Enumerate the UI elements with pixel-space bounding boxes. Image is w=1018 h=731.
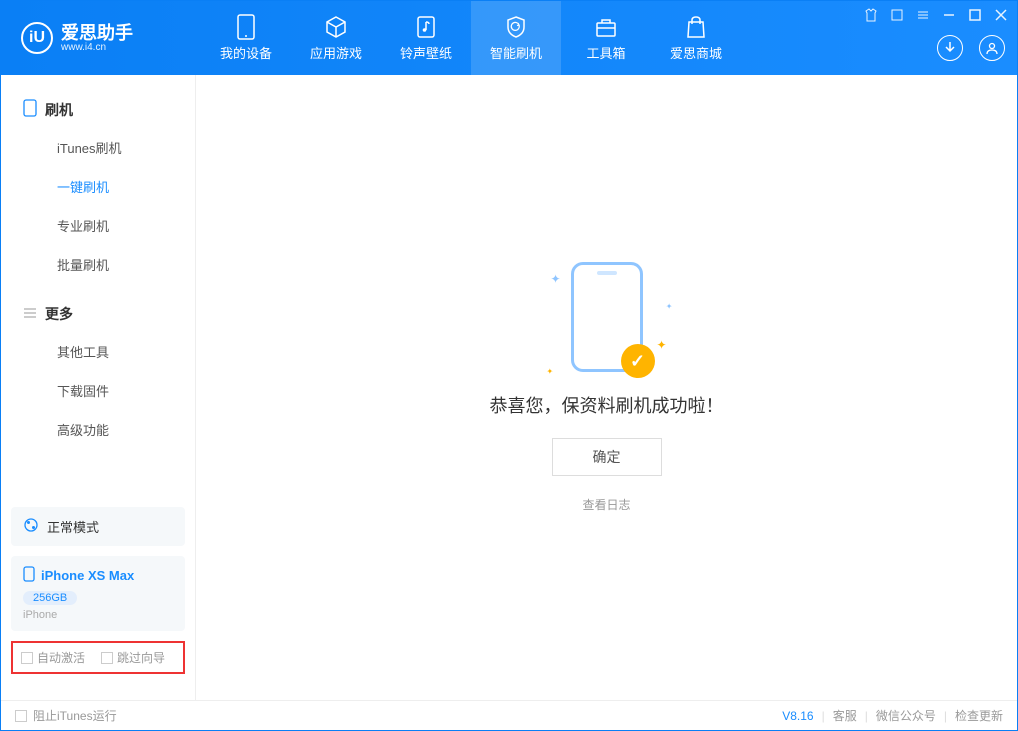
tab-store[interactable]: 爱思商城 — [651, 1, 741, 75]
tab-my-device[interactable]: 我的设备 — [201, 1, 291, 75]
checkbox-highlight-row: 自动激活 跳过向导 — [11, 641, 185, 674]
footer-link-update[interactable]: 检查更新 — [955, 707, 1003, 724]
sparkle-icon: ✦ — [547, 367, 554, 376]
sparkle-icon: ✦ — [666, 302, 673, 311]
sparkle-icon: ✦ — [551, 272, 561, 286]
shirt-icon[interactable] — [863, 7, 879, 23]
sidebar-item-pro-flash[interactable]: 专业刷机 — [1, 206, 195, 245]
device-name: iPhone XS Max — [41, 568, 134, 583]
sparkle-icon: ✦ — [656, 338, 666, 352]
list-icon — [23, 306, 37, 322]
success-message: 恭喜您，保资料刷机成功啦！ — [490, 392, 724, 418]
checkbox-icon — [15, 710, 27, 722]
sidebar-item-batch-flash[interactable]: 批量刷机 — [1, 245, 195, 284]
check-badge-icon: ✓ — [621, 344, 655, 378]
footer-link-support[interactable]: 客服 — [833, 707, 857, 724]
checkbox-icon — [21, 652, 33, 664]
nav-tabs: 我的设备 应用游戏 铃声壁纸 智能刷机 工具箱 爱思商城 — [201, 1, 741, 75]
cube-icon — [324, 15, 348, 39]
sidebar-item-oneclick-flash[interactable]: 一键刷机 — [1, 167, 195, 206]
sidebar-item-download-firmware[interactable]: 下载固件 — [1, 371, 195, 410]
app-name: 爱思助手 — [61, 24, 133, 42]
footer-link-wechat[interactable]: 微信公众号 — [876, 707, 936, 724]
section-more: 更多 — [1, 296, 195, 332]
close-button[interactable] — [993, 7, 1009, 23]
tab-smart-flash[interactable]: 智能刷机 — [471, 1, 561, 75]
user-icon[interactable] — [979, 35, 1005, 61]
ok-button[interactable]: 确定 — [552, 438, 662, 476]
logo: iU 爱思助手 www.i4.cn — [1, 22, 201, 54]
checkbox-icon — [101, 652, 113, 664]
section-flash: 刷机 — [1, 91, 195, 128]
mode-box[interactable]: 正常模式 — [11, 507, 185, 546]
checkbox-block-itunes[interactable]: 阻止iTunes运行 — [15, 707, 117, 724]
square-icon[interactable] — [889, 7, 905, 23]
device-phone-icon — [23, 566, 35, 585]
success-illustration: ✓ ✦ ✦ ✦ ✦ — [571, 262, 643, 372]
download-icon[interactable] — [937, 35, 963, 61]
header: iU 爱思助手 www.i4.cn 我的设备 应用游戏 铃声壁纸 智能刷机 工具… — [1, 1, 1017, 75]
checkbox-skip-guide[interactable]: 跳过向导 — [101, 649, 165, 666]
device-icon — [234, 15, 258, 39]
maximize-button[interactable] — [967, 7, 983, 23]
device-storage: 256GB — [23, 591, 77, 605]
phone-outline-icon — [23, 99, 37, 120]
mode-label: 正常模式 — [47, 517, 99, 536]
header-actions — [937, 35, 1005, 61]
tab-ringtone-wallpaper[interactable]: 铃声壁纸 — [381, 1, 471, 75]
refresh-shield-icon — [504, 15, 528, 39]
sidebar-item-other-tools[interactable]: 其他工具 — [1, 332, 195, 371]
music-icon — [414, 15, 438, 39]
device-type: iPhone — [23, 609, 173, 621]
menu-icon[interactable] — [915, 7, 931, 23]
app-url: www.i4.cn — [61, 42, 133, 53]
bag-icon — [684, 15, 708, 39]
logo-icon: iU — [21, 22, 53, 54]
window-controls — [863, 7, 1009, 23]
sidebar: 刷机 iTunes刷机 一键刷机 专业刷机 批量刷机 更多 其他工具 下载固件 … — [1, 75, 196, 700]
toolbox-icon — [594, 15, 618, 39]
device-box[interactable]: iPhone XS Max 256GB iPhone — [11, 556, 185, 631]
tab-apps-games[interactable]: 应用游戏 — [291, 1, 381, 75]
minimize-button[interactable] — [941, 7, 957, 23]
view-log-link[interactable]: 查看日志 — [582, 496, 630, 513]
mode-icon — [23, 517, 39, 536]
sidebar-item-advanced[interactable]: 高级功能 — [1, 410, 195, 449]
version-label: V8.16 — [782, 709, 813, 723]
sidebar-item-itunes-flash[interactable]: iTunes刷机 — [1, 128, 195, 167]
checkbox-auto-activate[interactable]: 自动激活 — [21, 649, 85, 666]
tab-toolbox[interactable]: 工具箱 — [561, 1, 651, 75]
footer: 阻止iTunes运行 V8.16 | 客服 | 微信公众号 | 检查更新 — [1, 700, 1017, 730]
main-content: ✓ ✦ ✦ ✦ ✦ 恭喜您，保资料刷机成功啦！ 确定 查看日志 — [196, 75, 1017, 700]
